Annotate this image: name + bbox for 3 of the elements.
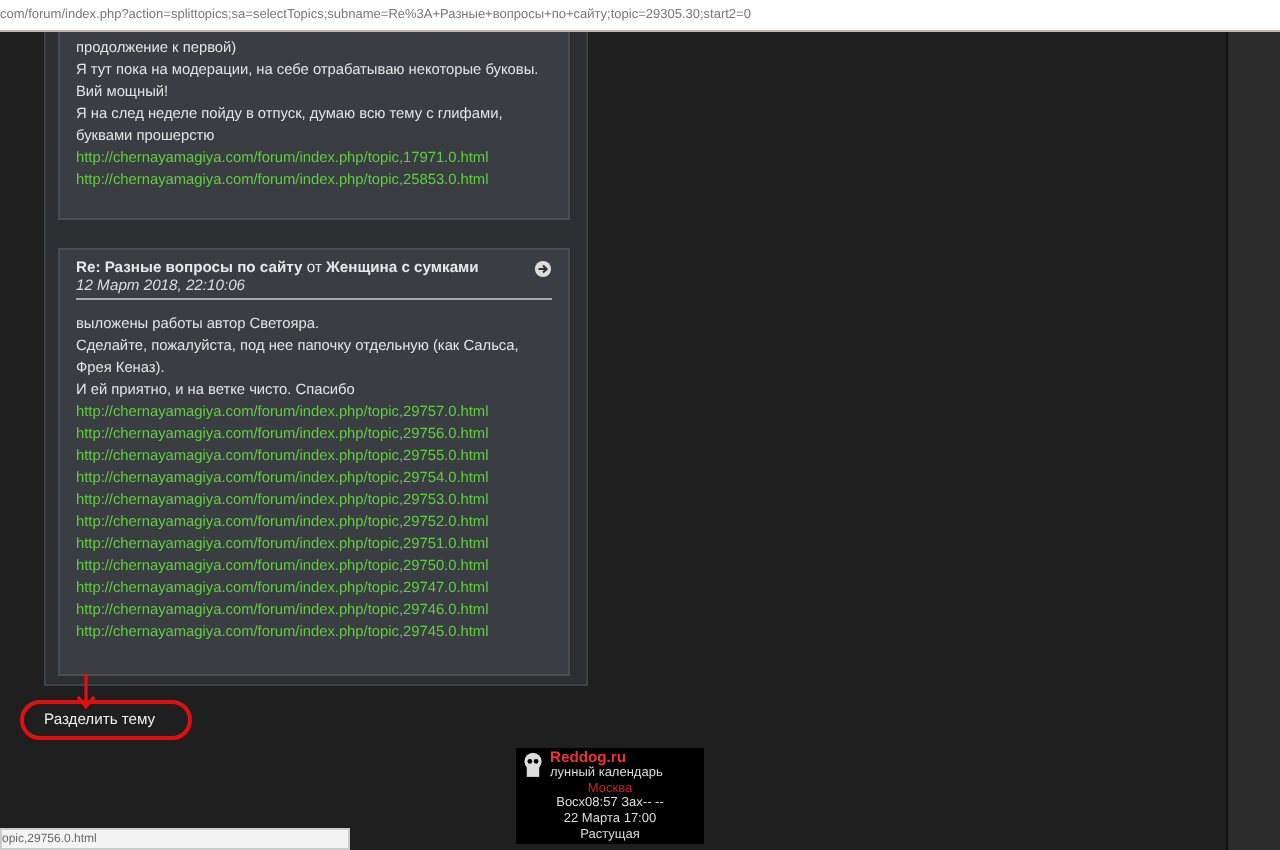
quote-icon[interactable] bbox=[534, 260, 552, 278]
annotation-arrow bbox=[76, 674, 96, 710]
scrollbar[interactable] bbox=[1226, 32, 1280, 850]
